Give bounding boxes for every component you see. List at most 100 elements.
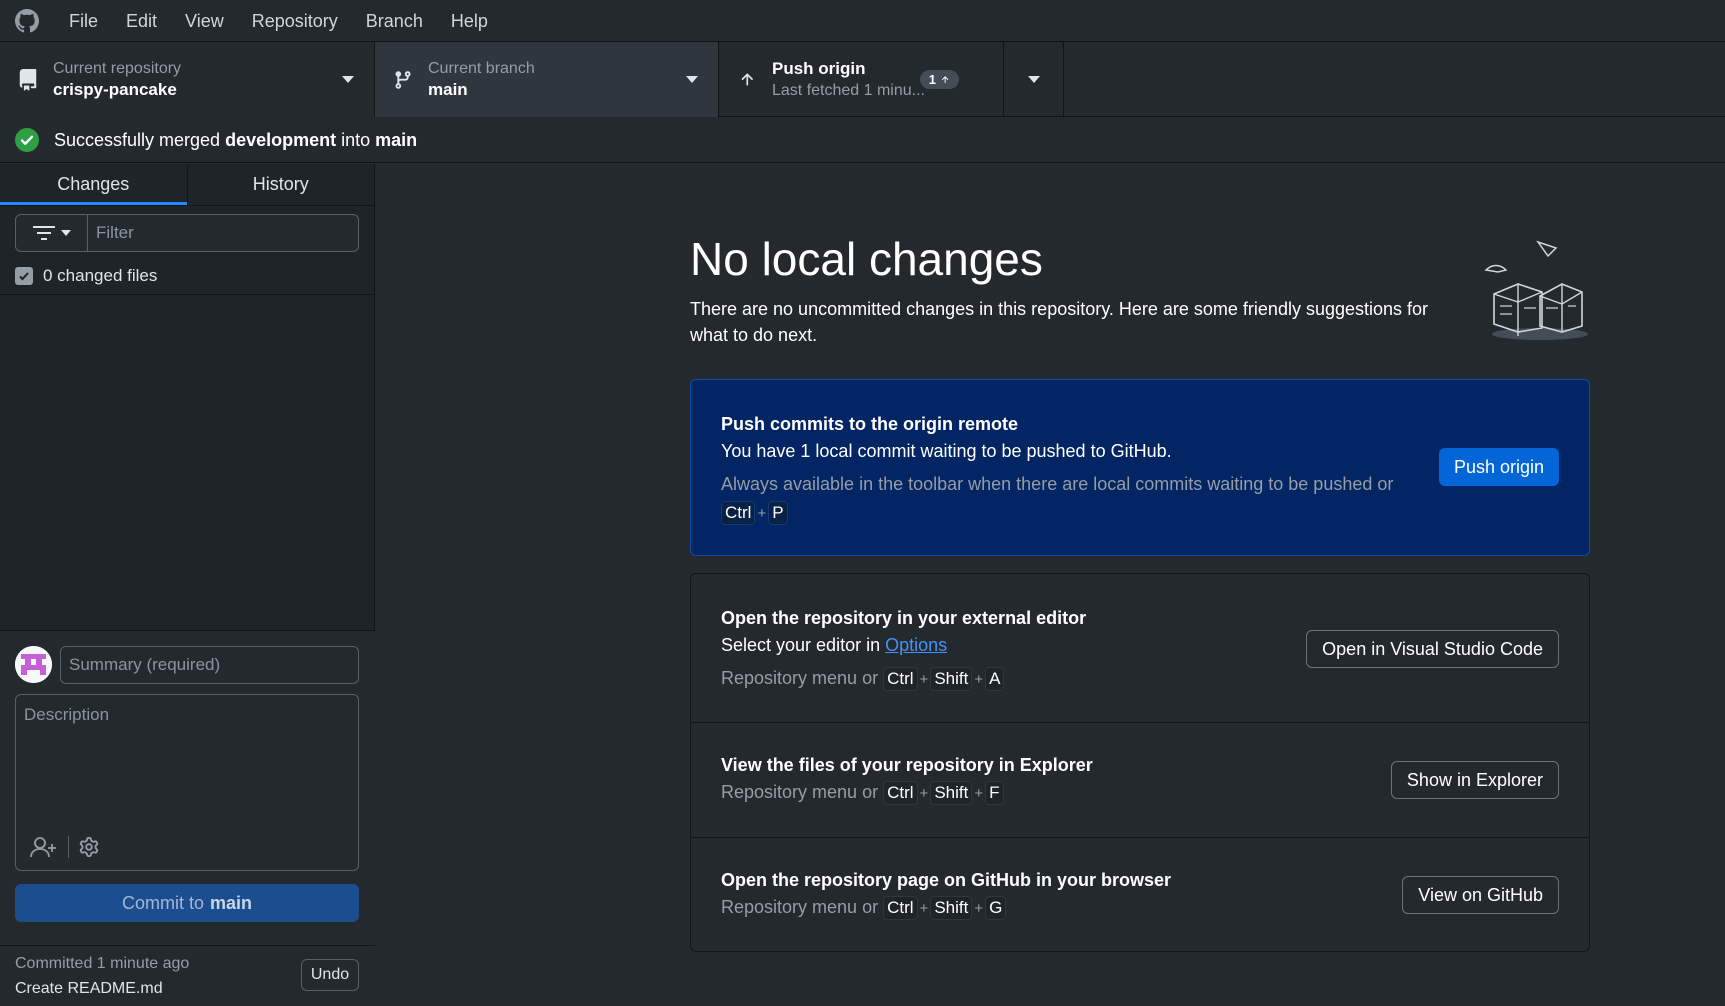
filter-input[interactable] xyxy=(88,215,358,251)
plus-sign: + xyxy=(974,900,984,917)
caret-down-icon xyxy=(342,76,354,83)
open-in-vscode-button[interactable]: Open in Visual Studio Code xyxy=(1306,630,1559,668)
kbd-a: A xyxy=(985,667,1005,691)
push-card-title: Push commits to the origin remote xyxy=(721,414,1019,434)
repo-label: Current repository xyxy=(53,60,182,77)
current-repository-button[interactable]: Current repository crispy-pancake xyxy=(0,42,375,117)
commit-form: Commit to main xyxy=(0,630,375,945)
menu-view[interactable]: View xyxy=(171,0,238,42)
editor-card-hint-text: Repository menu or xyxy=(721,668,879,688)
toolbar: Current repository crispy-pancake Curren… xyxy=(0,42,1725,117)
kbd-shift: Shift xyxy=(930,667,973,691)
kbd-p: P xyxy=(768,501,788,525)
github-suggestion: Open the repository page on GitHub in yo… xyxy=(691,838,1589,951)
editor-card-title: Open the repository in your external edi… xyxy=(721,608,1087,628)
description-box xyxy=(15,694,359,871)
github-card-hint-text: Repository menu or xyxy=(721,897,879,917)
caret-down-icon xyxy=(1027,76,1040,83)
plus-sign: + xyxy=(974,671,984,688)
explorer-card-hint-text: Repository menu or xyxy=(721,782,879,802)
ahead-count-badge: 1 xyxy=(919,70,959,89)
explorer-card-title: View the files of your repository in Exp… xyxy=(721,755,1093,775)
plus-sign: + xyxy=(974,785,984,802)
push-subtext: Last fetched 1 minu... xyxy=(772,82,925,99)
merge-success-banner: Successfully merged development into mai… xyxy=(0,118,1725,163)
banner-source-branch: development xyxy=(225,129,337,150)
editor-card-hint: Repository menu or Ctrl + Shift + A xyxy=(721,664,1301,694)
page-subtitle: There are no uncommitted changes in this… xyxy=(690,299,1429,345)
push-origin-card-button[interactable]: Push origin xyxy=(1438,448,1559,486)
current-branch-button[interactable]: Current branch main xyxy=(375,42,719,117)
view-on-github-button[interactable]: View on GitHub xyxy=(1402,876,1559,914)
last-commit-panel: Committed 1 minute ago Create README.md … xyxy=(0,945,375,1006)
kbd-ctrl: Ctrl xyxy=(883,896,918,920)
select-all-checkbox[interactable] xyxy=(15,267,33,285)
plus-sign: + xyxy=(919,671,929,688)
explorer-suggestion: View the files of your repository in Exp… xyxy=(691,723,1589,838)
options-link[interactable]: Options xyxy=(885,635,947,655)
branch-name: main xyxy=(428,80,468,99)
summary-input[interactable] xyxy=(60,646,359,684)
sidebar-tabs: Changes History xyxy=(0,164,374,206)
kbd-shift: Shift xyxy=(930,781,973,805)
main-content: No local changes There are no uncommitte… xyxy=(376,164,1725,1006)
menu-file[interactable]: File xyxy=(55,0,112,42)
undo-button[interactable]: Undo xyxy=(301,959,359,991)
commit-button[interactable]: Commit to main xyxy=(15,884,359,922)
check-circle-icon xyxy=(15,128,39,152)
sidebar: Changes History 0 changed files Commit t xyxy=(0,164,375,1006)
editor-card-desc-prefix: Select your editor in xyxy=(721,635,886,655)
divider xyxy=(68,836,69,858)
kbd-f: F xyxy=(985,781,1004,805)
suggestions-group: Open the repository in your external edi… xyxy=(690,573,1590,952)
push-suggestion-card: Push commits to the origin remote You ha… xyxy=(690,379,1590,556)
add-coauthor-icon[interactable] xyxy=(30,836,58,858)
repo-icon xyxy=(15,67,41,93)
kbd-ctrl: Ctrl xyxy=(883,781,918,805)
caret-down-icon xyxy=(686,76,698,83)
gear-icon[interactable] xyxy=(79,837,99,857)
branch-icon xyxy=(390,67,416,93)
description-input[interactable] xyxy=(16,695,358,825)
description-tools xyxy=(30,836,99,858)
menu-repository[interactable]: Repository xyxy=(238,0,352,42)
push-dropdown-button[interactable] xyxy=(1004,42,1064,117)
filter-row xyxy=(15,214,359,252)
explorer-card-hint: Repository menu or Ctrl + Shift + F xyxy=(721,778,1301,808)
plus-sign: + xyxy=(919,785,929,802)
show-in-explorer-button[interactable]: Show in Explorer xyxy=(1390,761,1559,799)
editor-suggestion: Open the repository in your external edi… xyxy=(691,574,1589,723)
plus-sign: + xyxy=(757,505,767,522)
last-commit-meta: Committed 1 minute ago xyxy=(15,955,190,972)
branch-label: Current branch xyxy=(428,60,535,77)
kbd-g: G xyxy=(985,896,1007,920)
menu-branch[interactable]: Branch xyxy=(352,0,437,42)
plus-sign: + xyxy=(919,900,929,917)
banner-text: Successfully merged development into mai… xyxy=(54,130,417,151)
filter-icon xyxy=(32,226,55,240)
menu-edit[interactable]: Edit xyxy=(112,0,171,42)
check-icon xyxy=(19,272,29,281)
push-card-hint-text: Always available in the toolbar when the… xyxy=(721,474,1394,494)
banner-prefix: Successfully merged xyxy=(54,129,226,150)
push-origin-button[interactable]: Push origin Last fetched 1 minu... 1 xyxy=(719,42,1004,117)
commit-button-prefix: Commit to xyxy=(121,892,204,913)
kbd-ctrl: Ctrl xyxy=(721,501,756,525)
kbd-shift: Shift xyxy=(930,896,973,920)
avatar xyxy=(15,646,52,683)
push-card-hint: Always available in the toolbar when the… xyxy=(721,470,1421,528)
changed-files-count: 0 changed files xyxy=(43,266,158,285)
tab-history[interactable]: History xyxy=(186,164,375,205)
menu-bar: File Edit View Repository Branch Help xyxy=(0,0,1725,42)
last-commit-title: Create README.md xyxy=(15,980,163,997)
kbd-ctrl: Ctrl xyxy=(883,667,918,691)
banner-target-branch: main xyxy=(375,129,418,150)
arrow-up-icon xyxy=(734,67,760,93)
changed-files-row: 0 changed files xyxy=(15,262,157,290)
github-card-hint: Repository menu or Ctrl + Shift + G xyxy=(721,893,1301,923)
filter-options-button[interactable] xyxy=(16,215,88,251)
menu-help[interactable]: Help xyxy=(437,0,502,42)
tab-changes[interactable]: Changes xyxy=(0,164,187,205)
commit-button-branch: main xyxy=(210,892,253,913)
banner-middle: into xyxy=(336,129,376,150)
